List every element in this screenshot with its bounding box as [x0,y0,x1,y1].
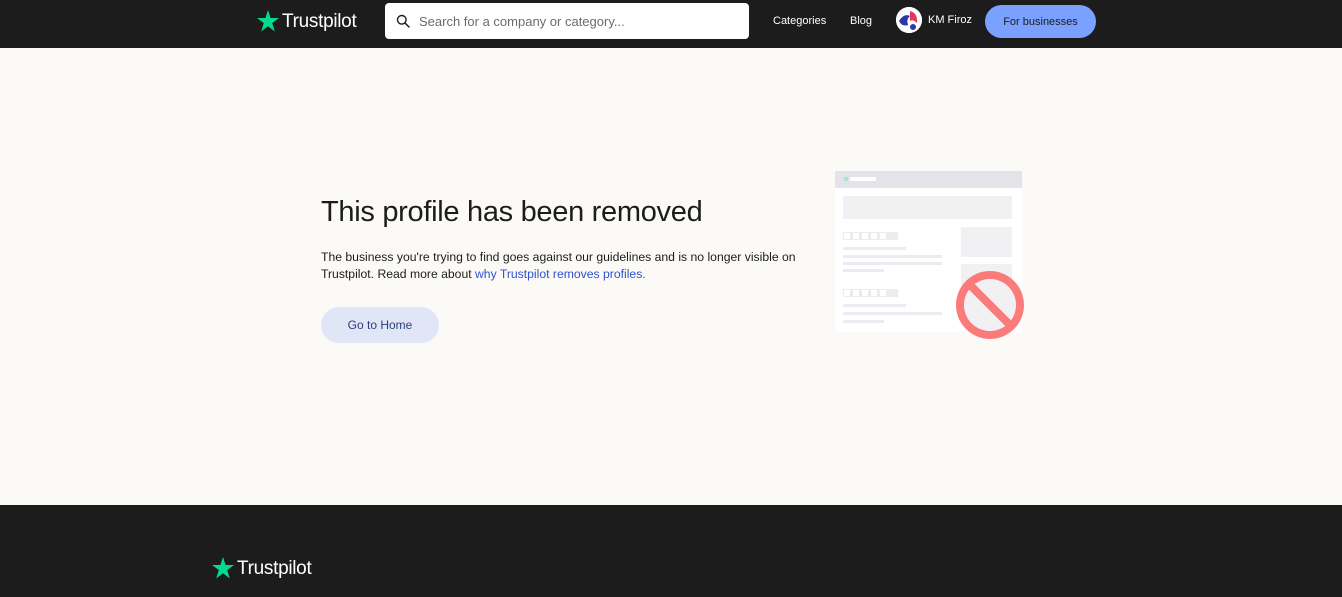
top-nav-bar: Trustpilot Categories Blog KM Firoz For … [0,0,1342,48]
go-home-button[interactable]: Go to Home [321,307,439,343]
page-title: This profile has been removed [321,196,703,228]
nav-categories[interactable]: Categories [773,15,826,27]
profile-mockup-icon [835,171,1024,339]
prohibited-icon [956,271,1024,339]
star-icon [257,10,279,32]
removed-profile-illustration [834,170,1034,350]
logo-wordmark: Trustpilot [282,10,357,32]
footer-logo-wordmark: Trustpilot [237,557,312,579]
page-description: The business you're trying to find goes … [321,249,811,283]
removal-policy-link[interactable]: why Trustpilot removes profiles. [475,267,646,281]
nav-blog[interactable]: Blog [850,15,872,27]
trustpilot-logo[interactable]: Trustpilot [256,9,357,33]
user-menu[interactable]: KM Firoz [896,7,972,33]
search-input[interactable] [419,13,739,29]
user-name: KM Firoz [928,14,972,26]
footer-trustpilot-logo[interactable]: Trustpilot [211,556,312,580]
search-icon [396,14,410,28]
for-businesses-button[interactable]: For businesses [985,5,1096,38]
avatar [896,7,922,33]
star-icon [212,557,234,579]
site-footer: Trustpilot [0,505,1342,597]
search-box[interactable] [385,3,749,39]
